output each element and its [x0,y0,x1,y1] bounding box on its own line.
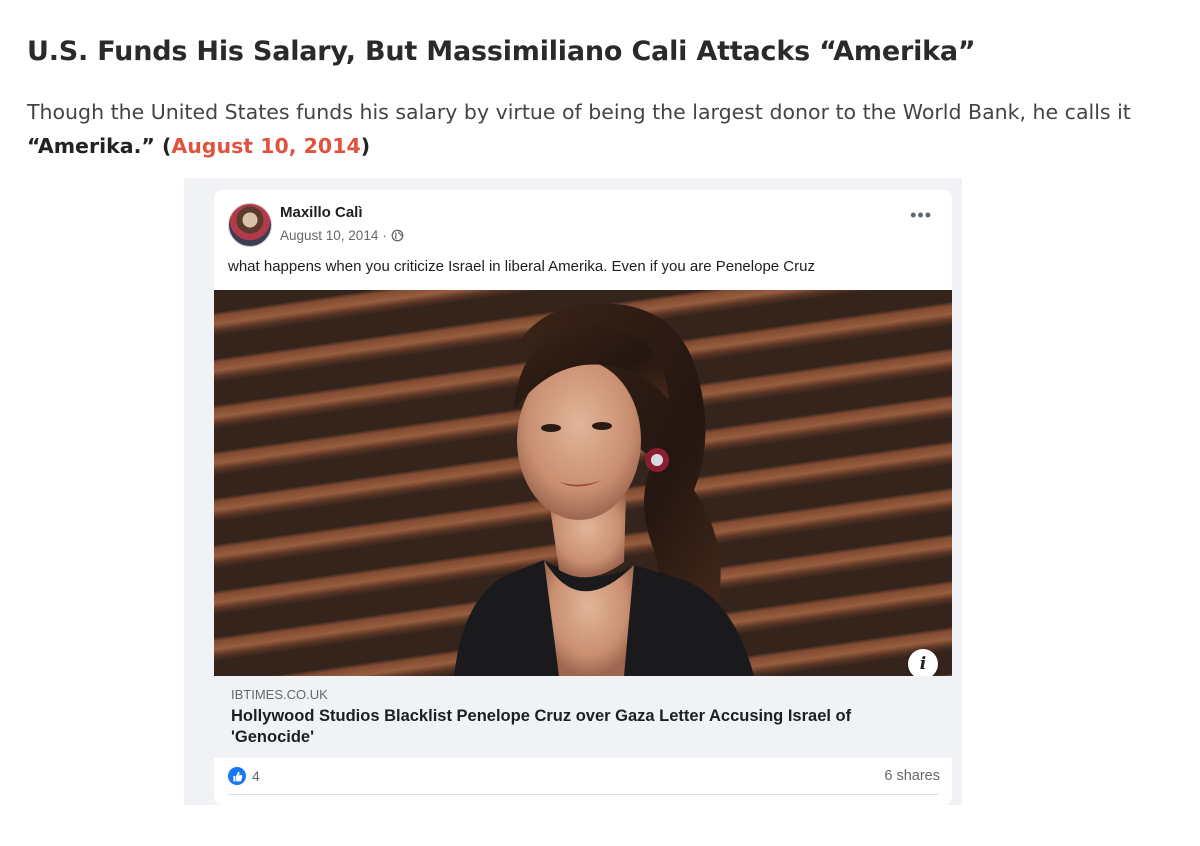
divider [228,794,938,795]
reaction-count: 4 [252,768,260,784]
post-meta: August 10, 2014 · [280,228,404,243]
like-icon [228,767,246,785]
lede-paren-open: ( [154,134,172,158]
post-author[interactable]: Maxillo Calì [280,204,363,221]
post-caption: what happens when you criticize Israel i… [228,258,815,275]
article-headline: U.S. Funds His Salary, But Massimiliano … [27,36,976,67]
link-preview-image[interactable]: i [214,290,952,676]
link-preview[interactable]: IBTIMES.CO.UK Hollywood Studios Blacklis… [214,676,952,758]
meta-separator: · [382,228,387,243]
info-icon[interactable]: i [908,649,938,676]
link-domain: IBTIMES.CO.UK [231,687,328,702]
portrait-illustration [214,290,952,676]
facebook-post-screenshot: Maxillo Calì August 10, 2014 · ••• what … [184,178,962,805]
date-source-link[interactable]: August 10, 2014 [171,134,360,158]
lede-bold-quote: “Amerika.” [27,134,155,158]
lede-paren-close: ) [360,134,371,158]
globe-icon [391,229,404,242]
link-title[interactable]: Hollywood Studios Blacklist Penelope Cru… [231,706,931,748]
lede-text: Though the United States funds his salar… [27,100,1131,124]
article-lede: Though the United States funds his salar… [27,95,1167,163]
more-options-icon[interactable]: ••• [910,206,932,224]
reaction-summary[interactable]: 4 [228,767,260,785]
share-count[interactable]: 6 shares [884,768,940,784]
avatar[interactable] [228,203,272,247]
post-date[interactable]: August 10, 2014 [280,228,378,243]
post-card: Maxillo Calì August 10, 2014 · ••• what … [214,190,952,805]
